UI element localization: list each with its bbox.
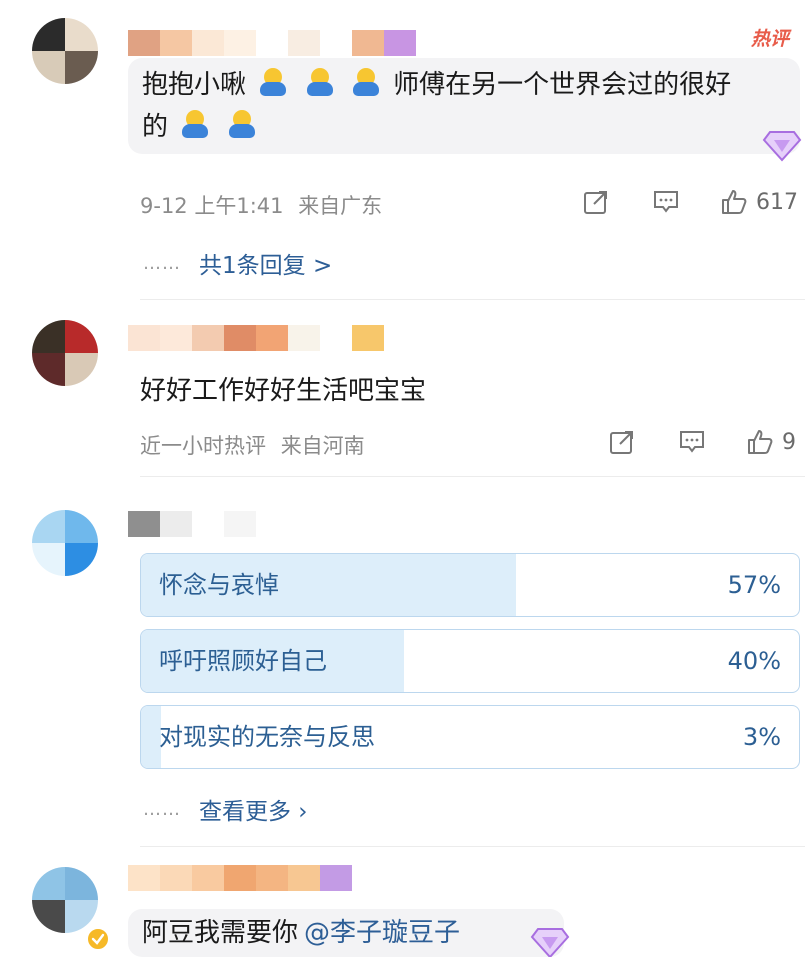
comment-icon[interactable] — [678, 428, 706, 456]
poll-option[interactable]: 怀念与哀悼 57% — [140, 553, 800, 617]
emoji-hug-icon — [351, 68, 381, 98]
timestamp: 9-12 上午1:41 — [140, 194, 284, 218]
timestamp: 近一小时热评 — [140, 434, 266, 458]
emoji-hug-icon — [305, 68, 335, 98]
emoji-hug-icon — [258, 68, 288, 98]
like-icon[interactable] — [746, 428, 774, 456]
comment-3: 阿豆我需要你 @李子璇豆子 — [0, 847, 805, 957]
username-redacted[interactable] — [128, 325, 384, 351]
emoji-hug-icon — [180, 110, 210, 140]
username-redacted[interactable] — [128, 511, 256, 537]
dots: …… — [143, 252, 181, 274]
comment-2: 好好工作好好生活吧宝宝 近一小时热评 来自河南 9 — [0, 300, 805, 475]
view-replies-link[interactable]: …… 共1条回复 > — [143, 246, 332, 280]
gem-icon — [762, 131, 802, 162]
comment-icon[interactable] — [652, 188, 680, 216]
poll-option[interactable]: 呼吁照顾好自己 40% — [140, 629, 800, 693]
hot-comment-badge: 热评 — [750, 28, 789, 50]
comment-actions: 617 — [582, 188, 798, 216]
like-count: 617 — [756, 189, 798, 215]
username-redacted[interactable] — [128, 30, 416, 56]
like-icon[interactable] — [720, 188, 748, 216]
poll-option-percent: 57% — [727, 571, 781, 599]
comment-1: 热评 抱抱小啾 师傅在另一个世界会过的很好 的 9-12 上午1:41 来自广东… — [0, 0, 805, 300]
poll-option-label: 对现实的无奈与反思 — [159, 723, 375, 751]
dots: …… — [143, 798, 181, 820]
comment-text: 师傅在另一个世界会过的很好 — [393, 70, 732, 100]
verified-badge-icon — [86, 927, 110, 951]
repost-icon[interactable] — [582, 188, 610, 216]
view-more-label: 查看更多 › — [199, 799, 308, 825]
replies-label: 共1条回复 > — [199, 253, 333, 279]
avatar[interactable] — [32, 320, 98, 386]
avatar[interactable] — [32, 510, 98, 576]
poll-option-percent: 40% — [727, 647, 781, 675]
avatar[interactable] — [32, 18, 98, 84]
comment-text: 好好工作好好生活吧宝宝 — [140, 376, 427, 406]
username-redacted[interactable] — [128, 865, 352, 891]
mention-link[interactable]: @李子璇豆子 — [304, 918, 460, 948]
comment-text: 的 — [142, 112, 169, 142]
comment-bubble: 阿豆我需要你 @李子璇豆子 — [128, 909, 564, 957]
poll-option-percent: 3% — [742, 723, 781, 751]
poll-fill-bar — [141, 706, 161, 768]
emoji-hug-icon — [227, 110, 257, 140]
view-more-link[interactable]: …… 查看更多 › — [143, 792, 308, 826]
comment-meta: 9-12 上午1:41 来自广东 — [140, 190, 382, 220]
like-count: 9 — [782, 429, 796, 455]
avatar[interactable] — [32, 867, 98, 933]
gem-icon — [530, 928, 570, 957]
comment-actions: 9 — [608, 428, 796, 456]
comment-meta: 近一小时热评 来自河南 — [140, 430, 365, 460]
poll-option-label: 呼吁照顾好自己 — [159, 647, 327, 675]
comment-bubble: 抱抱小啾 师傅在另一个世界会过的很好 的 — [128, 58, 800, 154]
location: 来自河南 — [280, 434, 365, 458]
comment-text: 抱抱小啾 — [142, 70, 247, 100]
location: 来自广东 — [298, 194, 383, 218]
poll-option[interactable]: 对现实的无奈与反思 3% — [140, 705, 800, 769]
poll-option-label: 怀念与哀悼 — [159, 571, 279, 599]
comment-text: 阿豆我需要你 — [142, 918, 299, 948]
repost-icon[interactable] — [608, 428, 636, 456]
